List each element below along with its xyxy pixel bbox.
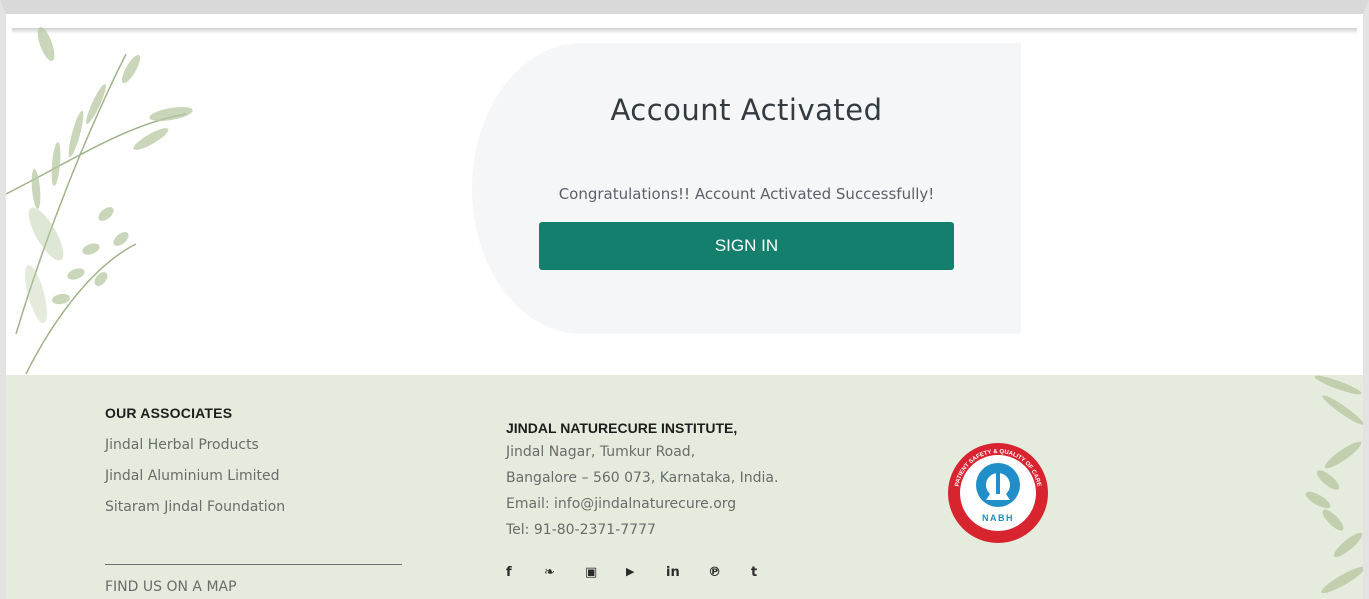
associate-link-jindal-herbal[interactable]: Jindal Herbal Products — [105, 437, 402, 455]
associates-heading: OUR ASSOCIATES — [105, 405, 233, 421]
institute-name: JINDAL NATURECURE INSTITUTE, — [506, 420, 738, 436]
facebook-icon[interactable]: f — [506, 565, 512, 580]
main-section: Account Activated Congratulations!! Acco… — [6, 14, 1363, 375]
institute-address: JINDAL NATURECURE INSTITUTE, Jindal Naga… — [506, 420, 806, 540]
sign-in-button[interactable]: SIGN IN — [539, 222, 954, 270]
footer: OUR ASSOCIATES Jindal Herbal Products Ji… — [6, 375, 1363, 599]
youtube-icon[interactable]: ▶ — [626, 565, 634, 578]
address-line-1: Jindal Nagar, Tumkur Road, — [506, 444, 696, 460]
badge-letters: NABH — [982, 513, 1014, 523]
associate-link-jindal-aluminium[interactable]: Jindal Aluminium Limited — [105, 468, 402, 486]
leaf-decoration-bottom-right-icon — [1305, 375, 1363, 594]
associates-column: OUR ASSOCIATES Jindal Herbal Products Ji… — [105, 405, 402, 595]
linkedin-icon[interactable]: in — [666, 565, 680, 580]
card-title: Account Activated — [610, 93, 883, 127]
address-line-2: Bangalore – 560 073, Karnataka, India. — [506, 470, 779, 486]
divider — [105, 564, 402, 565]
tumblr-icon[interactable]: t — [751, 565, 757, 580]
browser-window: Account Activated Congratulations!! Acco… — [0, 0, 1369, 599]
activation-card: Account Activated Congratulations!! Acco… — [472, 43, 1021, 334]
email-line[interactable]: Email: info@jindalnaturecure.org — [506, 496, 806, 514]
nabh-badge-icon: PATIENT SAFETY & QUALITY OF CARE ACCREDI… — [948, 443, 1048, 543]
phone-line[interactable]: Tel: 91-80-2371-7777 — [506, 522, 806, 540]
find-us-on-map-link[interactable]: FIND US ON A MAP — [105, 579, 237, 595]
twitter-icon[interactable]: ❧ — [544, 565, 555, 580]
pinterest-icon[interactable]: ℗ — [708, 565, 721, 580]
instagram-icon[interactable]: ▣ — [585, 565, 597, 580]
leaf-decoration-top-left-icon — [6, 26, 193, 375]
associate-link-sitaram-foundation[interactable]: Sitaram Jindal Foundation — [105, 499, 402, 517]
card-message: Congratulations!! Account Activated Succ… — [558, 185, 935, 203]
